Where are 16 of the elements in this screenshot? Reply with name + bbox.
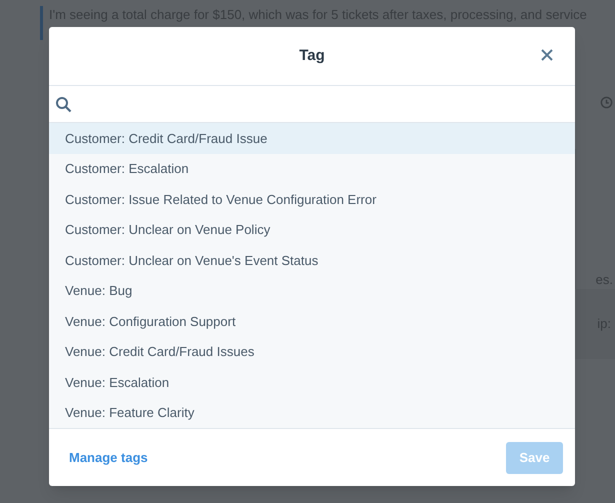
clock-icon	[600, 96, 613, 109]
search-icon	[55, 96, 72, 112]
tag-option[interactable]: Customer: Unclear on Venue's Event Status	[49, 245, 575, 276]
tag-option[interactable]: Customer: Credit Card/Fraud Issue	[49, 123, 575, 154]
search-field[interactable]	[49, 85, 575, 123]
quote-bar	[40, 6, 43, 40]
tag-option[interactable]: Customer: Escalation	[49, 154, 575, 184]
tag-option[interactable]: Venue: Feature Clarity	[49, 398, 575, 428]
tag-option[interactable]: Customer: Issue Related to Venue Configuration Error	[49, 184, 575, 214]
tag-option[interactable]: Venue: Bug	[49, 276, 575, 306]
tag-option[interactable]: Venue: Configuration Support	[49, 306, 575, 336]
manage-tags-link[interactable]: Manage tags	[69, 448, 148, 468]
tag-option[interactable]: Venue: Escalation	[49, 367, 575, 398]
dialog-title: Tag	[299, 46, 325, 66]
tag-option[interactable]: Customer: Unclear on Venue Policy	[49, 214, 575, 245]
tag-option[interactable]: Venue: Credit Card/Fraud Issues	[49, 336, 575, 367]
